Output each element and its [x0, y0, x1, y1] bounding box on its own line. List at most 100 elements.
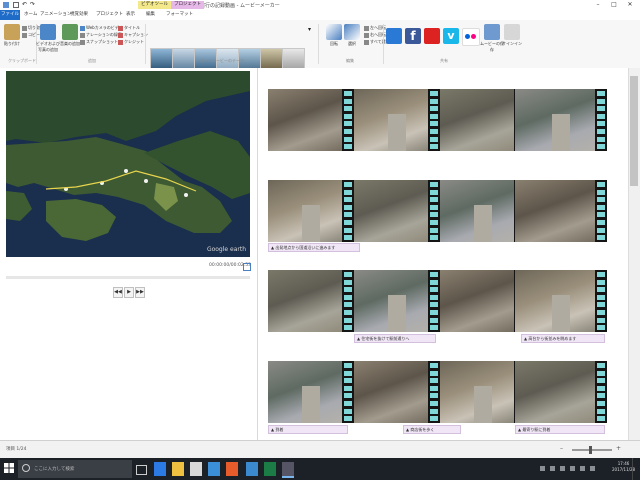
youtube-icon[interactable] — [424, 28, 440, 44]
fullscreen-icon[interactable] — [243, 263, 251, 271]
storyboard-clip-thumbnail[interactable] — [515, 361, 607, 423]
storyboard-clip-thumbnail[interactable] — [515, 270, 607, 332]
vimeo-icon[interactable]: v — [443, 28, 459, 44]
movie-maker-icon[interactable] — [282, 462, 294, 478]
maximize-button[interactable]: □ — [608, 1, 620, 9]
photos-icon[interactable] — [246, 462, 258, 476]
record-narration-button[interactable]: ナレーションの録音 — [80, 32, 122, 38]
copy-label: コピー — [28, 32, 40, 37]
select-all-icon — [364, 39, 369, 45]
credits-button[interactable]: クレジット — [118, 39, 144, 45]
tab-view[interactable]: 表示 — [124, 11, 137, 19]
film-perforation — [344, 393, 352, 399]
tab-visual-effects[interactable]: 視覚効果 — [68, 11, 90, 19]
tab-home[interactable]: ホーム — [22, 11, 39, 19]
mail-icon[interactable] — [208, 462, 220, 476]
undo-icon[interactable]: ↶ — [22, 2, 28, 8]
paste-button[interactable]: 貼り付け — [4, 41, 20, 46]
film-perforation — [344, 401, 352, 406]
minimize-button[interactable]: – — [592, 1, 604, 9]
windows-start-icon[interactable] — [4, 463, 14, 473]
tray-network-icon[interactable] — [540, 466, 545, 471]
rotate-right-button[interactable]: 選択 — [340, 41, 364, 47]
tab-file[interactable]: ファイル — [0, 10, 20, 20]
clip-caption[interactable]: ▲ 高台から街並みを眺めます — [521, 334, 605, 343]
zoom-in-icon[interactable]: + — [616, 445, 621, 452]
play-button[interactable]: ▶ — [124, 287, 134, 298]
clip-caption[interactable]: ▲ 住宅街を抜けて駅前通りへ — [354, 334, 436, 343]
webcam-video-button[interactable]: Webカメラのビデオ — [80, 25, 123, 31]
sign-in-button[interactable]: サインイン — [500, 41, 524, 47]
sign-in-icon[interactable] — [504, 24, 520, 40]
tray-ime-icon[interactable] — [580, 466, 585, 471]
tray-keyboard-icon[interactable] — [570, 466, 575, 471]
save-movie-icon[interactable] — [484, 24, 500, 40]
zoom-slider[interactable] — [572, 449, 612, 451]
film-perforation — [430, 113, 438, 119]
film-perforation — [344, 98, 352, 104]
file-explorer-icon[interactable] — [172, 462, 184, 476]
film-perforation — [344, 182, 352, 187]
previous-frame-button[interactable]: ◀◀ — [113, 287, 123, 298]
onedrive-icon[interactable] — [386, 28, 402, 44]
film-perforation — [597, 393, 605, 399]
rotate-right-icon[interactable] — [344, 24, 360, 40]
tab-project[interactable]: プロジェクト — [94, 11, 125, 19]
tray-volume-icon[interactable] — [550, 466, 555, 471]
zoom-slider-knob[interactable] — [589, 446, 592, 454]
film-perforation — [597, 220, 605, 225]
add-videos-photos-button[interactable]: ビデオおよび写真の追加 — [36, 41, 60, 53]
search-placeholder[interactable]: ここに入力して検索 — [34, 466, 74, 472]
clip-caption[interactable]: ▲ 商店街を歩く — [403, 425, 461, 434]
snapshot-button[interactable]: スナップショット — [80, 39, 118, 45]
storyboard-clip-thumbnail[interactable] — [515, 180, 607, 242]
save-icon[interactable] — [13, 2, 19, 8]
firefox-icon[interactable] — [226, 462, 238, 476]
zoom-out-icon[interactable]: – — [560, 445, 563, 452]
film-perforation — [597, 144, 605, 150]
clip-caption[interactable]: ▲ 到着 — [268, 425, 348, 434]
rotate-left-icon[interactable] — [326, 24, 342, 40]
film-strip — [428, 270, 440, 332]
paste-icon[interactable] — [4, 24, 20, 40]
film-perforation — [597, 378, 605, 384]
film-strip — [595, 89, 607, 151]
film-perforation — [430, 294, 438, 300]
facebook-icon[interactable]: f — [405, 28, 421, 44]
scrollbar-thumb[interactable] — [630, 76, 638, 186]
storyboard-clip-thumbnail[interactable] — [515, 89, 607, 151]
show-desktop-button[interactable] — [632, 458, 640, 480]
tab-edit[interactable]: 編集 — [144, 11, 157, 19]
film-perforation — [597, 197, 605, 203]
close-button[interactable]: ✕ — [624, 1, 636, 9]
clip-caption[interactable]: ▲ 最寄り駅に到着 — [515, 425, 605, 434]
redo-icon[interactable]: ↷ — [30, 2, 36, 8]
tab-format[interactable]: フォーマット — [164, 11, 195, 19]
seek-bar[interactable] — [6, 276, 250, 279]
film-perforation — [597, 227, 605, 233]
add-music-icon[interactable] — [62, 24, 78, 40]
copy-button[interactable]: コピー — [22, 32, 40, 38]
clip-road-detail — [551, 113, 571, 151]
title-button[interactable]: タイトル — [118, 25, 140, 31]
contextual-tab-project[interactable]: プロジェクト — [171, 1, 204, 9]
add-music-button[interactable]: 音楽の追加 — [58, 41, 82, 47]
next-frame-button[interactable]: ▶▶ — [135, 287, 145, 298]
media-icon[interactable] — [264, 462, 276, 476]
flickr-icon[interactable] — [462, 28, 480, 46]
clip-caption[interactable]: ▲ 出発地点から国道沿いに進みます — [268, 243, 360, 252]
add-videos-photos-icon[interactable] — [40, 24, 56, 40]
caption-button[interactable]: キャプション — [118, 32, 148, 38]
store-icon[interactable] — [190, 462, 202, 476]
film-perforation — [430, 189, 438, 195]
film-perforation — [430, 129, 438, 134]
tray-onedrive-icon[interactable] — [590, 466, 595, 471]
task-view-icon[interactable] — [136, 465, 147, 475]
gallery-more-icon[interactable]: ▾ — [308, 26, 311, 33]
edge-icon[interactable] — [154, 462, 166, 476]
title-bar: ↶ ↷ 旅行の記録動画 - ムービーメーカー – □ ✕ — [0, 0, 640, 10]
contextual-tab-video-tools[interactable]: ビデオツール — [138, 1, 171, 9]
preview-monitor[interactable]: Google earth — [6, 71, 250, 257]
tray-battery-icon[interactable] — [560, 466, 565, 471]
clip-road-detail — [388, 113, 406, 151]
